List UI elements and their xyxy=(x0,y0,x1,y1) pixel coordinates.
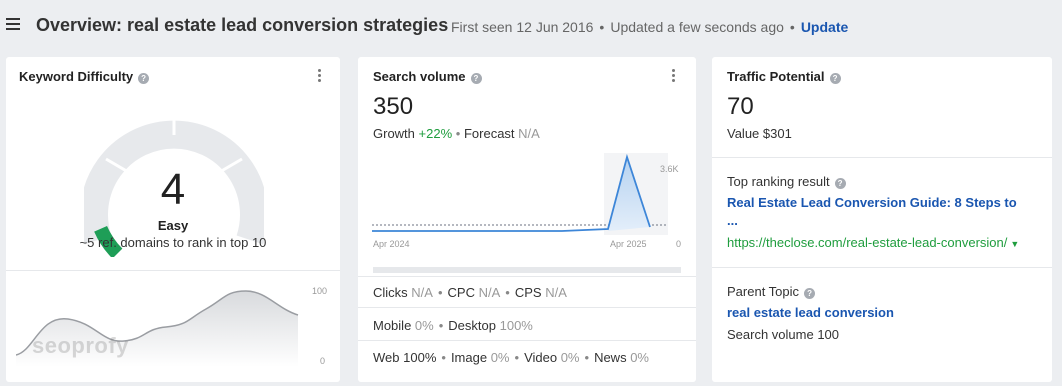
chart-scrollbar[interactable] xyxy=(373,267,681,273)
top-ranking-url-text[interactable]: https://theclose.com/real-estate-lead-co… xyxy=(727,235,1007,250)
web-value: 100% xyxy=(403,350,437,365)
updated-text: Updated a few seconds ago xyxy=(610,19,784,35)
help-icon[interactable]: ? xyxy=(470,73,482,84)
kd-description: ~5 ref. domains to rank in top 10 xyxy=(79,235,267,250)
tp-card-title: Traffic Potential? xyxy=(727,69,841,84)
video-label: Video xyxy=(524,350,558,365)
help-icon[interactable]: ? xyxy=(138,73,150,84)
divider xyxy=(358,276,696,277)
divider xyxy=(6,270,340,271)
mobile-label: Mobile xyxy=(373,318,412,333)
top-ranking-title-link[interactable]: Real Estate Lead Conversion Guide: 8 Ste… xyxy=(727,195,1017,210)
page-title: Overview: real estate lead conversion st… xyxy=(36,15,449,35)
separator: • xyxy=(599,19,605,35)
kd-axis-min: 0 xyxy=(320,356,326,366)
traffic-value-label: Value $301 xyxy=(727,126,792,141)
sv-title-text: Search volume xyxy=(373,69,466,84)
forecast-value: N/A xyxy=(518,126,540,141)
more-options-icon[interactable] xyxy=(316,69,322,85)
mobile-value: 0% xyxy=(414,318,434,333)
separator: • xyxy=(505,285,510,300)
image-value: 0% xyxy=(490,350,510,365)
clicks-value: N/A xyxy=(411,285,433,300)
kd-card-title: Keyword Difficulty? xyxy=(19,69,150,84)
news-label: News xyxy=(594,350,627,365)
cpc-label: CPC xyxy=(447,285,475,300)
desktop-label: Desktop xyxy=(448,318,496,333)
parent-topic-label-text: Parent Topic xyxy=(727,284,800,299)
kd-title-text: Keyword Difficulty xyxy=(19,69,134,84)
sv-axis-min: 0 xyxy=(676,239,682,249)
first-seen-text: First seen 12 Jun 2016 xyxy=(451,19,594,35)
cps-label: CPS xyxy=(514,285,542,300)
search-type-row: Web 100% • Image 0% • Video 0% • News 0% xyxy=(373,350,649,365)
help-icon[interactable]: ? xyxy=(804,288,816,299)
image-label: Image xyxy=(450,350,488,365)
web-label: Web xyxy=(373,350,400,365)
top-ranking-url[interactable]: https://theclose.com/real-estate-lead-co… xyxy=(727,235,1019,250)
video-value: 0% xyxy=(560,350,580,365)
separator: • xyxy=(441,350,446,365)
parent-topic-label: Parent Topic? xyxy=(727,284,816,299)
watermark-logo: seoprofy xyxy=(32,333,129,359)
page-header: Overview: real estate lead conversion st… xyxy=(0,0,1062,52)
top-ranking-title-ellipsis[interactable]: ... xyxy=(727,213,738,228)
keyword-difficulty-card: Keyword Difficulty? 4 Easy ~5 ref. domai… xyxy=(6,57,340,382)
growth-value: +22% xyxy=(418,126,453,141)
divider xyxy=(712,267,1052,268)
watermark-text: seoprofy xyxy=(32,333,129,358)
cps-value: N/A xyxy=(545,285,567,300)
kd-value: 4 xyxy=(160,165,186,214)
separator: • xyxy=(437,285,443,300)
search-volume-value: 350 xyxy=(373,93,414,120)
divider xyxy=(358,307,696,308)
search-volume-card: Search volume? 350 Growth +22% • Forecas… xyxy=(358,57,696,382)
header-meta: First seen 12 Jun 2016 • Updated a few sec… xyxy=(451,19,848,35)
traffic-potential-card: Traffic Potential? 70 Value $301 Top ran… xyxy=(712,57,1052,382)
cpc-value: N/A xyxy=(478,285,501,300)
top-ranking-label-text: Top ranking result xyxy=(727,174,830,189)
separator: • xyxy=(455,126,461,141)
separator: • xyxy=(789,19,795,35)
separator: • xyxy=(514,350,520,365)
kd-label: Easy xyxy=(157,218,189,233)
clicks-row: Clicks N/A • CPC N/A • CPS N/A xyxy=(373,285,567,300)
sv-axis-end: Apr 2025 xyxy=(610,239,647,249)
desktop-value: 100% xyxy=(499,318,533,333)
kd-axis-max: 100 xyxy=(312,286,328,296)
traffic-potential-value: 70 xyxy=(727,93,754,120)
hamburger-menu-icon[interactable] xyxy=(6,18,20,32)
news-value: 0% xyxy=(630,350,649,365)
sv-card-title: Search volume? xyxy=(373,69,482,84)
separator: • xyxy=(438,318,444,333)
forecast-label: Forecast xyxy=(463,126,515,141)
tp-title-text: Traffic Potential xyxy=(727,69,825,84)
clicks-label: Clicks xyxy=(373,285,408,300)
sv-axis-max: 3.6K xyxy=(660,164,679,174)
more-options-icon[interactable] xyxy=(670,69,676,85)
update-link[interactable]: Update xyxy=(801,19,848,35)
help-icon[interactable]: ? xyxy=(829,73,841,84)
parent-topic-link[interactable]: real estate lead conversion xyxy=(727,305,894,320)
help-icon[interactable]: ? xyxy=(834,178,846,189)
device-row: Mobile 0% • Desktop 100% xyxy=(373,318,533,333)
divider xyxy=(712,157,1052,158)
top-ranking-label: Top ranking result? xyxy=(727,174,846,189)
caret-down-icon[interactable]: ▼ xyxy=(1010,239,1019,249)
divider xyxy=(358,340,696,341)
parent-search-volume: Search volume 100 xyxy=(727,327,840,342)
search-volume-chart xyxy=(372,153,668,235)
growth-label: Growth xyxy=(373,126,415,141)
growth-line: Growth +22% • Forecast N/A xyxy=(373,126,540,141)
sv-axis-start: Apr 2024 xyxy=(373,239,410,249)
separator: • xyxy=(584,350,590,365)
